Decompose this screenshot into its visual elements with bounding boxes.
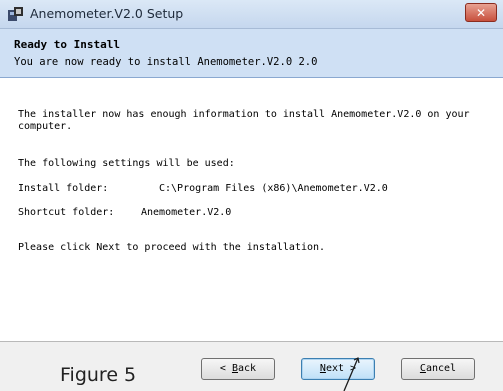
wizard-header: Ready to Install You are now ready to in… [0, 29, 503, 78]
cancel-rest: ancel [425, 363, 457, 374]
page-subtitle: You are now ready to install Anemometer.… [14, 56, 318, 68]
shortcut-folder-value: Anemometer.V2.0 [141, 207, 232, 218]
close-icon: ✕ [475, 6, 487, 20]
back-rest: ack [238, 363, 257, 374]
settings-heading: The following settings will be used: [18, 158, 235, 169]
pointer-arrow-icon [343, 357, 360, 391]
next-button[interactable]: Next > [301, 358, 375, 380]
back-button[interactable]: < Back [201, 358, 275, 380]
figure-caption: Figure 5 [60, 364, 137, 386]
window-title: Anemometer.V2.0 Setup [30, 6, 184, 21]
content-panel: The installer now has enough information… [0, 78, 503, 341]
instruction-text: Please click Next to proceed with the in… [18, 242, 326, 253]
install-folder-value: C:\Program Files (x86)\Anemometer.V2.0 [159, 183, 388, 194]
back-prefix: < [219, 363, 232, 374]
install-folder-label: Install folder: [18, 183, 109, 194]
setup-window: Anemometer.V2.0 Setup ✕ Ready to Install… [0, 0, 503, 391]
footer-divider [0, 341, 503, 342]
title-bar[interactable]: Anemometer.V2.0 Setup ✕ [0, 0, 503, 29]
cancel-button[interactable]: Cancel [401, 358, 475, 380]
installer-app-icon [8, 7, 23, 21]
shortcut-folder-label: Shortcut folder: [18, 207, 115, 218]
intro-text-line1: The installer now has enough information… [18, 109, 470, 120]
close-button[interactable]: ✕ [465, 3, 497, 22]
page-title: Ready to Install [14, 38, 120, 51]
intro-text-line2: computer. [18, 121, 73, 132]
